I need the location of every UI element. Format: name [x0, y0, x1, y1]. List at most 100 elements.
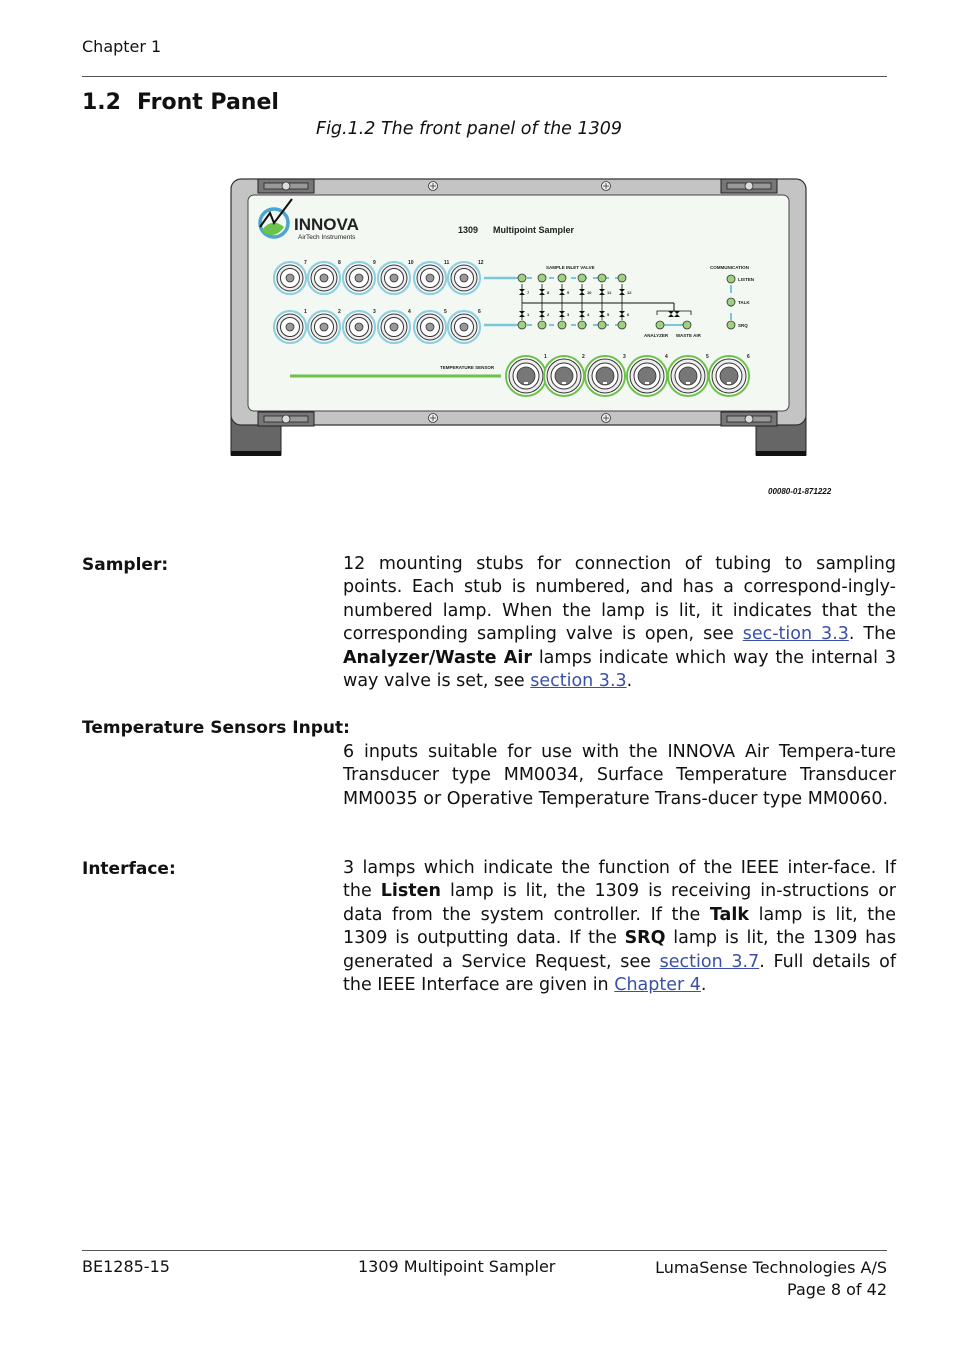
stub-hole	[354, 322, 364, 332]
sensor-key	[562, 382, 566, 384]
device-foot-base	[756, 451, 806, 456]
device-foot-base	[231, 451, 281, 456]
footer-page-number: Page 8 of 42	[787, 1280, 887, 1299]
cross-reference-link[interactable]: Chapter 4	[614, 975, 701, 995]
text-run: .	[700, 975, 707, 996]
valve-number: 10	[587, 290, 592, 295]
analyzer-lamp	[655, 320, 665, 330]
term-temperature-sensors: Temperature Sensors Input:	[82, 718, 350, 738]
valve-number: 12	[627, 290, 632, 295]
handle-screw	[281, 181, 291, 191]
sensor-number: 1	[544, 354, 547, 360]
model-name: Multipoint Sampler	[493, 225, 574, 235]
model-number: 1309	[458, 225, 478, 235]
comm-lamp-talk	[726, 297, 736, 307]
footer-company: LumaSense Technologies A/S	[655, 1258, 887, 1277]
valve-lamp	[617, 320, 627, 330]
stub-number: 11	[444, 260, 450, 266]
valve-lamp	[577, 273, 587, 283]
stub-number: 10	[408, 260, 414, 266]
figure-code: 00080-01-871222	[768, 487, 832, 496]
bold-term: Analyzer/Waste Air	[343, 647, 532, 668]
sensor-key	[603, 382, 607, 384]
sensor-number: 2	[582, 354, 585, 360]
comm-lamp-srq	[726, 320, 736, 330]
valve-lamp	[557, 320, 567, 330]
figure-caption: Fig.1.2 The front panel of the 1309	[316, 119, 623, 139]
sensor-key	[727, 382, 731, 384]
stub-number: 9	[373, 260, 376, 266]
valve-label: SAMPLE INLET VALVE	[546, 265, 595, 270]
front-panel-illustration: INNOVAAirTech Instruments 1309 Multipoint …	[230, 178, 807, 456]
running-header-chapter: Chapter 1	[82, 37, 162, 56]
analyzer-label: ANALYZER	[644, 333, 669, 338]
comm-lamp-listen	[726, 274, 736, 284]
stub-number: 6	[478, 309, 481, 315]
text-run: .	[626, 671, 633, 692]
valve-lamp	[537, 320, 547, 330]
text-run: 6 inputs suitable for use with the INNOV…	[343, 742, 896, 809]
sensor-key	[524, 382, 528, 384]
sensor-key	[686, 382, 690, 384]
desc-interface: 3 lamps which indicate the function of t…	[343, 857, 896, 997]
section-title: Front Panel	[136, 90, 279, 115]
stub-hole	[285, 273, 295, 283]
handle-screw	[744, 414, 754, 424]
footer-rule	[82, 1250, 887, 1251]
cross-reference-link[interactable]: section 3.3	[530, 671, 626, 691]
valve-lamp	[557, 273, 567, 283]
bold-term: Listen	[380, 881, 441, 902]
desc-sampler: 12 mounting stubs for connection of tubi…	[343, 553, 896, 693]
valve-lamp	[597, 320, 607, 330]
desc-temperature-sensors: 6 inputs suitable for use with the INNOV…	[343, 741, 896, 811]
stub-hole	[319, 322, 329, 332]
stub-number: 4	[408, 309, 411, 315]
cross-reference-link[interactable]: sec-tion 3.3	[743, 624, 849, 644]
sensor-number: 6	[747, 354, 750, 360]
stub-hole	[285, 322, 295, 332]
term-interface: Interface:	[82, 859, 176, 879]
sensor-number: 5	[706, 354, 709, 360]
comm-lamp-label: TALK	[738, 300, 750, 305]
text-run: . The	[848, 624, 896, 645]
bold-term: SRQ	[624, 928, 666, 949]
stub-number: 3	[373, 309, 376, 315]
stub-hole	[459, 273, 469, 283]
footer-product: 1309 Multipoint Sampler	[358, 1257, 556, 1276]
stub-number: 5	[444, 309, 447, 315]
stub-hole	[389, 273, 399, 283]
stub-number: 8	[338, 260, 341, 266]
comm-lamp-label: LISTEN	[738, 277, 754, 282]
valve-lamp	[537, 273, 547, 283]
stub-hole	[319, 273, 329, 283]
section-number: 1.2	[82, 90, 121, 115]
brand-subtitle: AirTech Instruments	[298, 234, 356, 241]
bold-term: Talk	[709, 904, 749, 925]
valve-lamp	[597, 273, 607, 283]
footer-company-page: LumaSense Technologies A/S Page 8 of 42	[600, 1257, 887, 1301]
cross-reference-link[interactable]: section 3.7	[660, 952, 760, 972]
waste-air-label: WASTE AIR	[676, 333, 702, 338]
handle-screw	[744, 181, 754, 191]
stub-hole	[354, 273, 364, 283]
stub-number: 2	[338, 309, 341, 315]
handle-screw	[281, 414, 291, 424]
communication-label: COMMUNICATION	[710, 265, 749, 270]
valve-lamp	[517, 320, 527, 330]
sensor-key	[645, 382, 649, 384]
temperature-sensor-label: TEMPERATURE SENSOR	[440, 365, 495, 370]
sensor-number: 3	[623, 354, 626, 360]
stub-number: 7	[304, 260, 307, 266]
valve-lamp	[577, 320, 587, 330]
valve-lamp	[517, 273, 527, 283]
stub-number: 1	[304, 309, 307, 315]
footer-doc-id: BE1285-15	[82, 1257, 170, 1276]
brand-name: INNOVA	[294, 215, 359, 234]
stub-hole	[459, 322, 469, 332]
header-rule	[82, 76, 887, 77]
waste-air-lamp	[682, 320, 692, 330]
comm-lamp-label: SRQ	[738, 323, 748, 328]
sensor-number: 4	[665, 354, 668, 360]
section-heading: 1.2 Front Panel	[82, 90, 279, 115]
stub-hole	[425, 273, 435, 283]
